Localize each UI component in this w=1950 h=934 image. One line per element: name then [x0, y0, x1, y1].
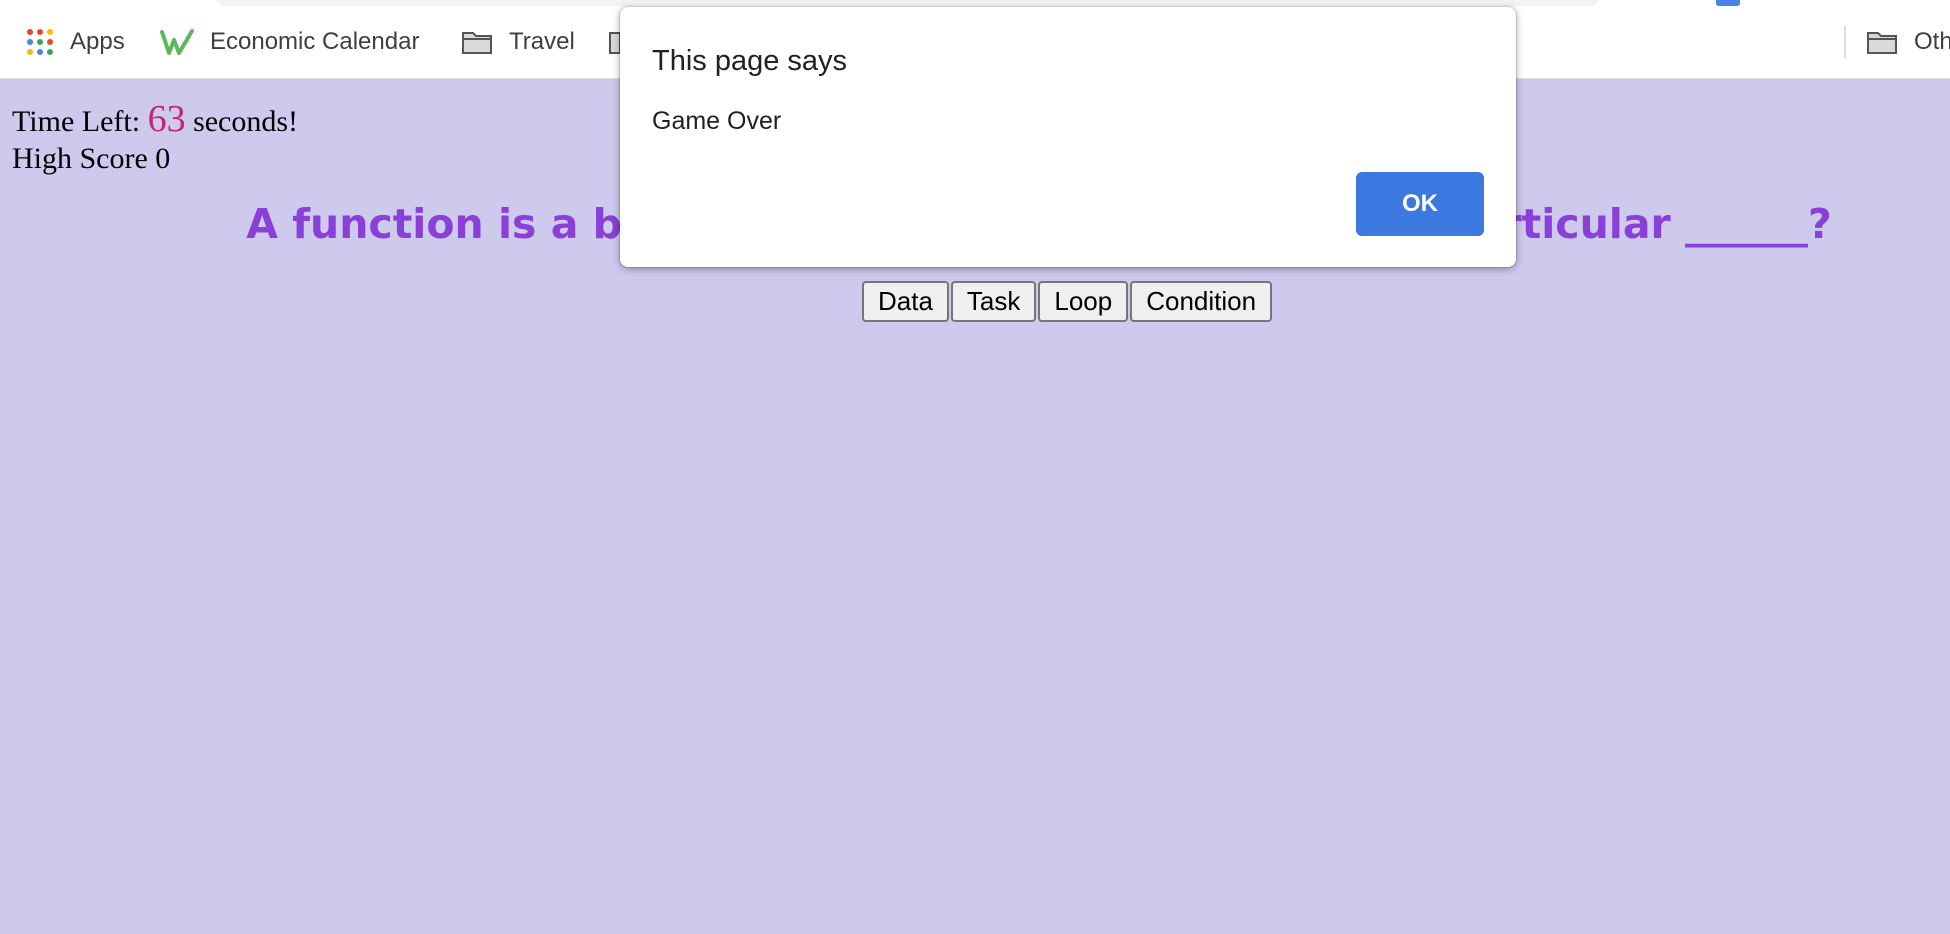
alert-dialog: This page says Game Over OK	[620, 7, 1516, 267]
bookmark-economic-calendar[interactable]: Economic Calendar	[160, 22, 419, 62]
economic-calendar-w-icon	[160, 28, 194, 56]
time-left-prefix: Time Left:	[12, 105, 141, 138]
bookmarks-divider	[1844, 26, 1846, 58]
time-left-line: Time Left: 63 seconds!	[12, 97, 298, 141]
bookmark-other-label: Oth	[1914, 28, 1950, 55]
bookmark-apps[interactable]: Apps	[26, 22, 125, 62]
apps-grid-icon	[26, 28, 54, 56]
time-left-suffix: seconds!	[193, 105, 299, 138]
extension-badge-icon[interactable]	[1716, 0, 1740, 6]
answer-button-loop[interactable]: Loop	[1038, 281, 1129, 322]
folder-icon	[461, 29, 493, 55]
bookmark-other-bookmarks[interactable]: Oth	[1866, 22, 1950, 62]
dialog-message: Game Over	[652, 107, 782, 135]
bookmark-travel-label: Travel	[509, 28, 575, 55]
ok-button[interactable]: OK	[1356, 172, 1484, 236]
time-left-value: 63	[147, 98, 186, 140]
answer-button-condition[interactable]: Condition	[1130, 281, 1273, 322]
dialog-title: This page says	[652, 45, 848, 77]
high-score: High Score 0	[12, 142, 171, 175]
bookmark-economic-calendar-label: Economic Calendar	[210, 28, 420, 55]
folder-icon	[1866, 29, 1898, 55]
answer-button-task[interactable]: Task	[950, 281, 1037, 322]
answer-buttons: Data Task Loop Condition	[862, 281, 1273, 322]
address-bar-edge[interactable]	[215, 0, 1600, 6]
answer-button-data[interactable]: Data	[862, 281, 949, 322]
bookmark-apps-label: Apps	[70, 28, 125, 55]
bookmark-folder-travel[interactable]: Travel	[461, 22, 575, 62]
